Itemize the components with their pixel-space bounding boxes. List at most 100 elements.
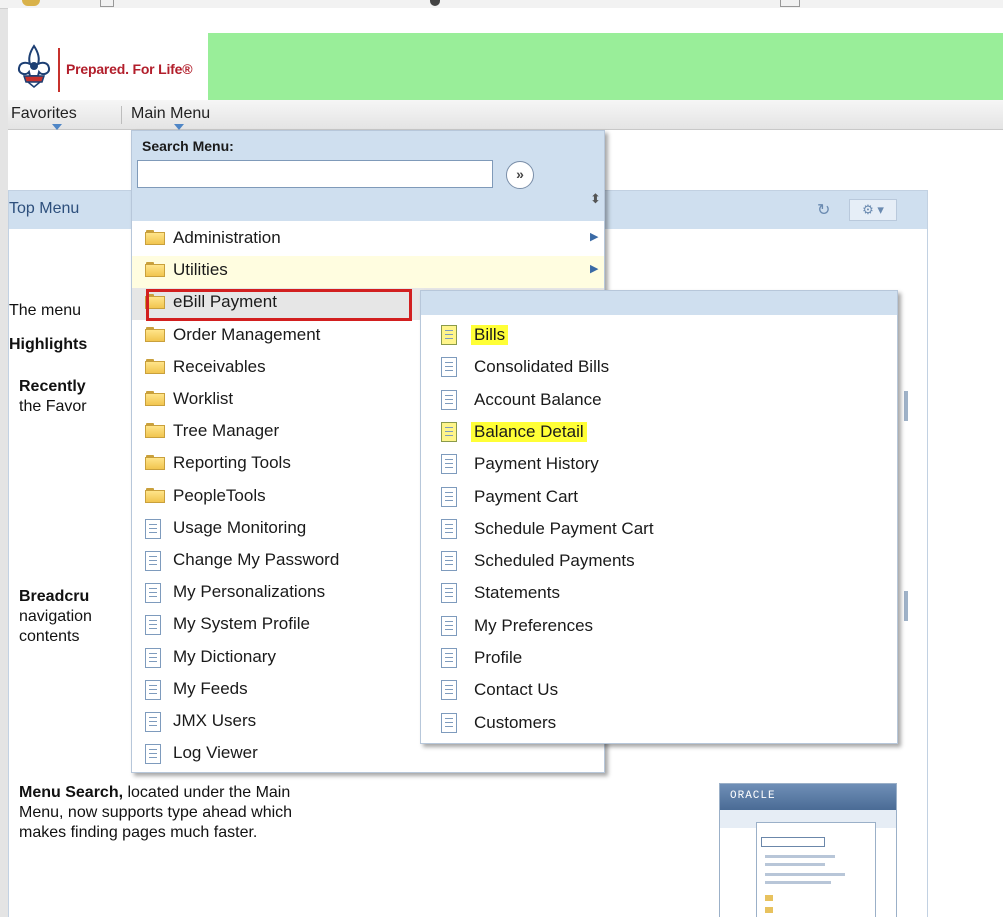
page-icon	[441, 390, 457, 410]
oracle-folder-icon	[765, 907, 773, 913]
submenu-item[interactable]: Contact Us	[421, 676, 897, 708]
submenu-item-label: Scheduled Payments	[474, 551, 635, 570]
menu-search-heading: Menu Search,	[19, 784, 124, 801]
main-menu-item-label: Reporting Tools	[173, 453, 291, 472]
folder-icon	[145, 326, 165, 342]
breadcrumbs-heading: Breadcru	[19, 588, 90, 605]
menu-separator	[121, 106, 122, 124]
main-menu-search-area: Search Menu: » ⬍	[132, 131, 604, 221]
browser-button[interactable]	[100, 0, 114, 7]
banner-tagline: Prepared. For Life®	[66, 61, 193, 77]
submenu-arrow-icon: ▶	[590, 231, 599, 243]
main-menu-item-label: Utilities	[173, 260, 228, 279]
selection-outline	[146, 289, 412, 321]
top-menu-intro-text: The menu	[9, 302, 82, 319]
submenu-item[interactable]: Customers	[421, 709, 897, 741]
browser-button[interactable]	[780, 0, 800, 7]
folder-icon	[145, 229, 165, 245]
oracle-header: ORACLE	[720, 784, 896, 810]
folder-icon	[145, 261, 165, 277]
main-menu-item[interactable]: Administration ▶	[132, 224, 604, 256]
menu-search-screenshot-thumbnail: ORACLE	[719, 783, 897, 917]
search-menu-label: Search Menu:	[142, 138, 234, 154]
recently-heading: Recently	[19, 378, 86, 395]
page-icon	[441, 325, 457, 345]
oracle-folder-icon	[765, 895, 773, 901]
submenu-item-label: Balance Detail	[471, 422, 587, 442]
folder-icon	[145, 390, 165, 406]
menu-search-line: makes finding pages much faster.	[19, 824, 258, 841]
main-menu-item-label: Tree Manager	[173, 421, 280, 440]
submenu-item[interactable]: Account Balance	[421, 386, 897, 418]
main-menu-item-label: Worklist	[173, 389, 234, 408]
submenu-item[interactable]: Payment Cart	[421, 483, 897, 515]
browser-indicator-icon	[430, 0, 440, 6]
submenu-item[interactable]: Consolidated Bills	[421, 353, 897, 385]
page-icon	[145, 615, 161, 635]
main-menu-item[interactable]: Utilities ▶	[132, 256, 604, 288]
favorites-dropdown-icon[interactable]	[52, 124, 62, 130]
main-menu-item-label: My System Profile	[173, 614, 310, 633]
banner-green-area	[208, 33, 1003, 109]
oracle-popup	[756, 822, 876, 917]
submenu-item[interactable]: Bills	[421, 321, 897, 353]
submenu-item-label: Contact Us	[474, 680, 559, 699]
top-menu-title: Top Menu	[9, 200, 80, 217]
page-icon	[441, 551, 457, 571]
banner: Prepared. For Life®	[8, 18, 1003, 109]
page-icon	[145, 551, 161, 571]
folder-icon	[145, 487, 165, 503]
submenu-item-label: Consolidated Bills	[474, 357, 610, 376]
submenu-item[interactable]: Schedule Payment Cart	[421, 515, 897, 547]
main-menu-item-label: JMX Users	[173, 711, 257, 730]
folder-icon	[145, 422, 165, 438]
main-menu-item-label: Administration	[173, 228, 281, 247]
page-icon	[145, 712, 161, 732]
submenu-item-label: Account Balance	[474, 390, 602, 409]
submenu-header	[421, 291, 897, 315]
oracle-line	[765, 863, 825, 866]
page: Prepared. For Life® Favorites Main Menu …	[8, 8, 1003, 917]
oracle-line	[765, 855, 835, 858]
logo-divider	[58, 48, 60, 92]
main-menu-item-label: Order Management	[173, 325, 321, 344]
search-menu-input[interactable]	[137, 160, 493, 188]
page-icon	[441, 357, 457, 377]
menu-bar: Favorites Main Menu	[8, 100, 1003, 130]
refresh-icon[interactable]: ↻	[817, 200, 830, 220]
page-icon	[145, 680, 161, 700]
submenu-item[interactable]: Payment History	[421, 450, 897, 482]
menu-search-text: Menu Search, located under the Main	[19, 783, 439, 803]
thumbnail-edge	[904, 591, 908, 621]
oracle-logo: ORACLE	[730, 790, 776, 802]
search-go-button[interactable]: »	[506, 161, 534, 189]
submenu-item-label: Customers	[474, 713, 557, 732]
submenu-item[interactable]: Profile	[421, 644, 897, 676]
browser-icon	[22, 0, 40, 6]
submenu-item-label: Schedule Payment Cart	[474, 519, 654, 538]
submenu-item-label: Statements	[474, 583, 560, 602]
page-icon	[441, 422, 457, 442]
page-icon	[145, 519, 161, 539]
submenu-item-label: Bills	[471, 325, 509, 345]
folder-icon	[145, 358, 165, 374]
main-menu-item-label: My Feeds	[173, 679, 248, 698]
favorites-menu[interactable]: Favorites	[11, 105, 77, 123]
gear-icon[interactable]: ⚙ ▾	[849, 199, 897, 221]
oracle-line	[765, 881, 831, 884]
page-icon	[441, 454, 457, 474]
main-menu[interactable]: Main Menu	[131, 105, 210, 123]
thumbnail-edge	[904, 391, 908, 421]
submenu-item[interactable]: Scheduled Payments	[421, 547, 897, 579]
submenu-item-label: My Preferences	[474, 616, 594, 635]
submenu-item[interactable]: Statements	[421, 579, 897, 611]
submenu-item-label: Profile	[474, 648, 523, 667]
main-menu-item-label: Receivables	[173, 357, 266, 376]
submenu-item[interactable]: My Preferences	[421, 612, 897, 644]
sort-icon[interactable]: ⬍	[590, 191, 601, 207]
main-menu-item-label: My Dictionary	[173, 647, 276, 666]
submenu-item-label: Payment Cart	[474, 487, 578, 506]
page-icon	[441, 487, 457, 507]
submenu-item[interactable]: Balance Detail	[421, 418, 897, 450]
main-menu-item-label: Log Viewer	[173, 743, 258, 762]
